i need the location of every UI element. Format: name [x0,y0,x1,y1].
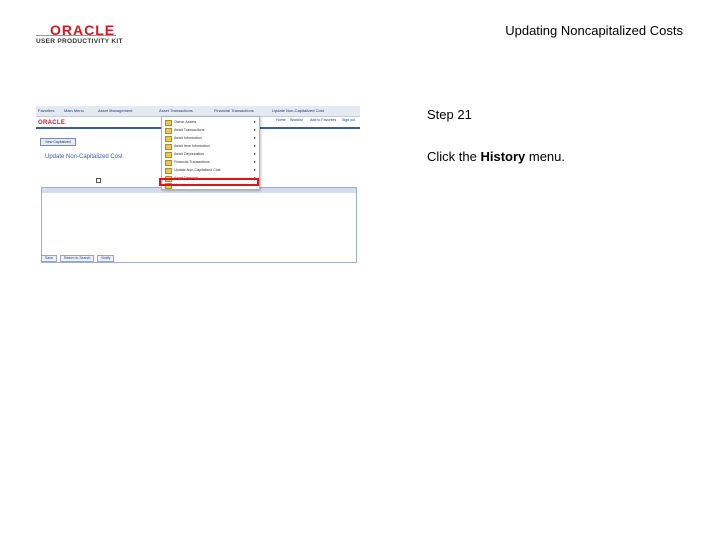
nav-update-noncapitalized-cost[interactable]: Update Non-Capitalized Cost [272,108,324,113]
header-link-worklist[interactable]: Worklist [290,118,303,122]
nav-main-menu[interactable]: Main Menu [64,108,84,113]
menu-item-owner-assets[interactable]: Owner Assets ▸ [162,118,259,126]
page-title: Update Non-Capitalized Cost [45,154,123,160]
submenu-arrow-icon: ▸ [253,127,256,132]
step-instruction: Click the History menu. [427,149,565,164]
page-action-buttons: Save Return to Search Notify [41,255,116,262]
submenu-arrow-icon: ▸ [253,167,256,172]
new-capitalized-tab[interactable]: New Capitalized [40,138,76,146]
submenu-arrow-icon: ▸ [253,119,256,124]
nav-asset-transactions[interactable]: Asset Transactions [159,108,193,113]
header-link-home[interactable]: Home [276,118,286,122]
logo-divider [36,35,116,36]
return-to-search-button[interactable]: Return to Search [59,255,95,262]
submenu-arrow-icon: ▸ [253,159,256,164]
submenu-arrow-icon: ▸ [253,143,256,148]
application-screenshot: Favorites Main Menu Asset Management Ass… [36,106,360,266]
menu-item-asset-depreciation[interactable]: Asset Depreciation ▸ [162,150,259,158]
header-link-favorites[interactable]: Add to Favorites [310,118,336,122]
nav-financial-transactions[interactable]: Financial Transactions [214,108,254,113]
instruction-target: History [480,149,526,164]
nav-asset-management[interactable]: Asset Management [98,108,132,113]
submenu-arrow-icon: ▸ [253,135,256,140]
checkbox[interactable] [96,178,101,183]
save-button[interactable]: Save [41,255,57,262]
instruction-prefix: Click the [427,149,481,164]
menu-item-financial-transactions[interactable]: Financial Transactions ▸ [162,158,259,166]
instruction-suffix: menu. [525,149,566,164]
history-menu-highlight [159,178,259,186]
menu-item-update-noncapitalized-cost[interactable]: Update Non-Capitalized Cost ▸ [162,166,259,174]
nav-favorites[interactable]: Favorites [38,108,54,113]
asset-grid [41,187,357,263]
document-title: Updating Noncapitalized Costs [505,23,683,38]
upk-logo-subtitle: USER PRODUCTIVITY KIT [36,38,123,45]
peoplesoft-oracle-logo: ORACLE [38,120,66,126]
header-link-signout[interactable]: Sign out [342,118,355,122]
notify-button[interactable]: Notify [97,255,115,262]
step-label: Step 21 [427,107,472,122]
menu-item-asset-transactions[interactable]: Asset Transactions ▸ [162,126,259,134]
menu-item-asset-item-information[interactable]: Asset Item Information ▸ [162,142,259,150]
menu-item-asset-information[interactable]: Asset Information ▸ [162,134,259,142]
submenu-arrow-icon: ▸ [253,151,256,156]
